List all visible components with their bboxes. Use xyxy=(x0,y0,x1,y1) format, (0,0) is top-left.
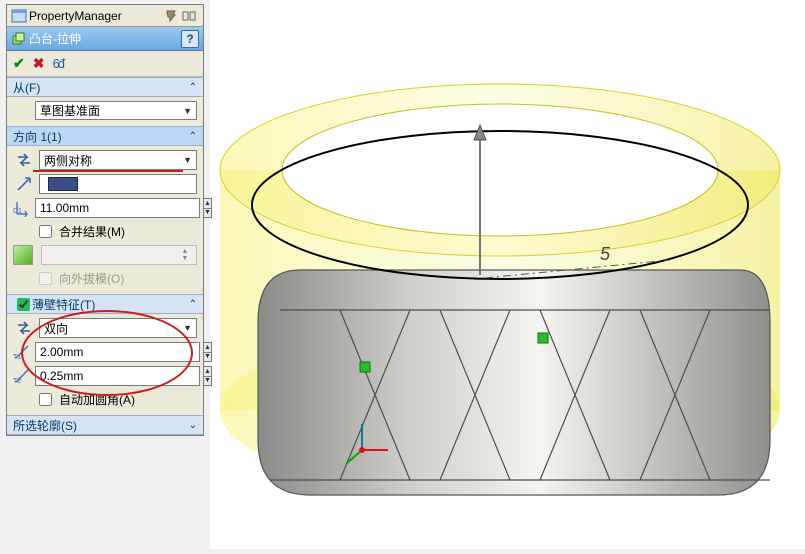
property-manager-panel: PropertyManager 凸台-拉伸 ? ✔ ✖ 6ᵭ 从(F) ⌃ 草图… xyxy=(6,4,204,436)
reverse-direction-icon[interactable] xyxy=(13,318,35,338)
pm-header-bar: PropertyManager xyxy=(7,5,203,27)
draft-angle-field: ▲▼ xyxy=(41,245,197,265)
pushpin-icon[interactable] xyxy=(163,8,179,24)
detail-preview-button[interactable]: 6ᵭ xyxy=(52,56,62,71)
extrude-icon xyxy=(11,31,27,47)
depth-spinner[interactable]: ▲▼ xyxy=(204,198,212,218)
thickness2-spinner[interactable]: ▲▼ xyxy=(204,366,212,386)
pm-title: PropertyManager xyxy=(29,9,163,23)
reverse-direction-icon[interactable] xyxy=(13,150,35,170)
draft-outward-checkbox: 向外拔模(O) xyxy=(35,269,197,288)
thickness1-icon: T1 xyxy=(13,342,31,362)
direction-reference-field[interactable] xyxy=(39,174,197,194)
chevron-up-icon: ⌃ xyxy=(189,131,197,142)
section-dir1-header[interactable]: 方向 1(1) ⌃ xyxy=(7,126,203,146)
section-contour-title: 所选轮廓(S) xyxy=(13,417,77,434)
merge-result-checkbox[interactable]: 合并结果(M) xyxy=(35,222,197,241)
thin-mode-select[interactable]: 双向 ▼ xyxy=(39,318,197,338)
thickness1-spinner[interactable]: ▲▼ xyxy=(204,342,212,362)
thin-feature-toggle[interactable] xyxy=(17,298,30,311)
dropdown-arrow-icon: ▼ xyxy=(183,155,192,165)
section-from-header[interactable]: 从(F) ⌃ xyxy=(7,77,203,97)
auto-fillet-checkbox[interactable]: 自动加圆角(A) xyxy=(35,390,197,409)
svg-text:D1: D1 xyxy=(13,208,22,215)
feature-header: 凸台-拉伸 ? xyxy=(7,27,203,51)
help-button[interactable]: ? xyxy=(181,30,199,48)
section-contour-header[interactable]: 所选轮廓(S) ⌄ xyxy=(7,415,203,435)
viewport[interactable]: 5 xyxy=(210,0,805,549)
section-thin-header[interactable]: 薄壁特征(T) ⌃ xyxy=(7,294,203,314)
svg-text:T2: T2 xyxy=(13,378,21,385)
chevron-down-icon: ⌄ xyxy=(189,420,197,431)
dir1-mode-select[interactable]: 两侧对称 ▼ xyxy=(39,150,197,170)
chevron-up-icon: ⌃ xyxy=(189,299,197,310)
direction-vector-icon[interactable] xyxy=(13,174,35,194)
ok-button[interactable]: ✔ xyxy=(13,55,25,72)
thickness2-input[interactable] xyxy=(35,366,200,386)
svg-text:T1: T1 xyxy=(13,354,21,361)
dropdown-arrow-icon: ▼ xyxy=(183,323,192,333)
dimension-label: 5 xyxy=(600,244,611,264)
dropdown-arrow-icon: ▼ xyxy=(183,106,192,116)
depth-icon: D1 xyxy=(13,198,31,218)
cancel-button[interactable]: ✖ xyxy=(33,55,45,72)
depth-input[interactable] xyxy=(35,198,200,218)
thickness2-icon: T2 xyxy=(13,366,31,386)
section-dir1-title: 方向 1(1) xyxy=(13,128,62,145)
pm-tab-icon[interactable] xyxy=(11,8,27,24)
chevron-up-icon: ⌃ xyxy=(189,82,197,93)
section-thin-title: 薄壁特征(T) xyxy=(32,296,95,313)
from-plane-select[interactable]: 草图基准面 ▼ xyxy=(35,101,197,120)
draft-on-icon[interactable] xyxy=(13,245,33,265)
section-from-title: 从(F) xyxy=(13,79,40,96)
thickness1-input[interactable] xyxy=(35,342,200,362)
dock-icon[interactable] xyxy=(181,8,197,24)
direction-reference-swatch xyxy=(48,177,78,191)
action-row: ✔ ✖ 6ᵭ xyxy=(7,51,203,77)
feature-title: 凸台-拉伸 xyxy=(29,30,81,47)
